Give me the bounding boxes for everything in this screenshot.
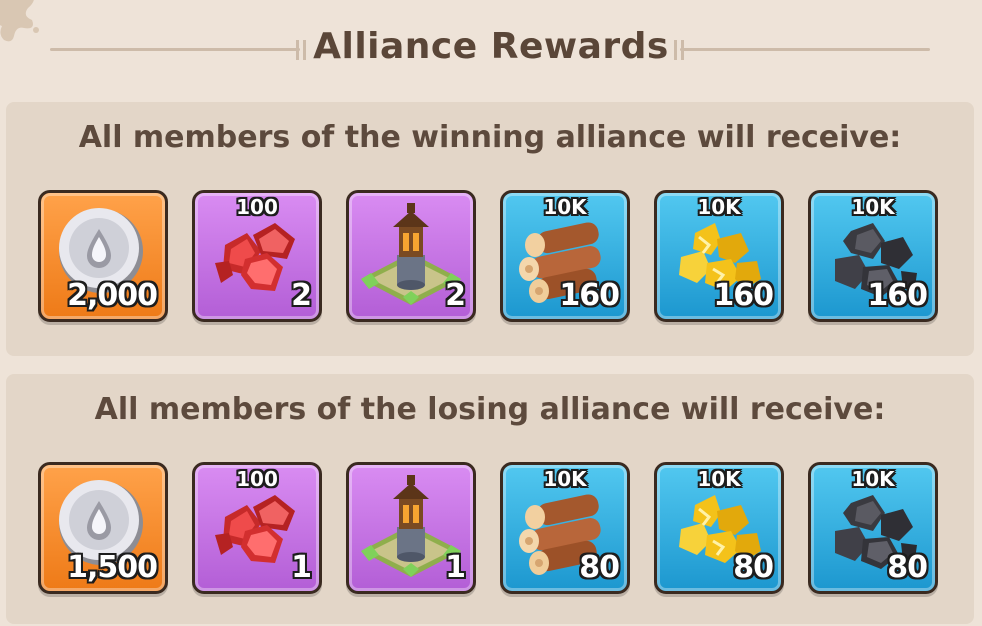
losing-heading: All members of the losing alliance will … [94,392,886,427]
reward-amount: 1 [445,550,466,585]
reward-badge: 10K [851,195,895,219]
reward-amount: 80 [887,550,928,585]
reward-badge: 10K [543,467,587,491]
reward-amount: 160 [867,278,928,313]
reward-item-silver-coin[interactable]: 2,000 [38,190,168,322]
reward-item-gold-ore[interactable]: 10K 80 [654,462,784,594]
title-bar: Alliance Rewards [0,24,982,80]
reward-item-watchtower[interactable]: 1 [346,462,476,594]
winning-reward-list: 2,000 100 2 2 10K 160 10K 160 10K 160 [38,190,938,322]
reward-item-watchtower[interactable]: 2 [346,190,476,322]
winning-heading: All members of the winning alliance will… [78,120,902,155]
reward-badge: 10K [697,467,741,491]
reward-amount: 2 [445,278,466,313]
reward-item-wood[interactable]: 10K 80 [500,462,630,594]
reward-item-red-gems[interactable]: 100 2 [192,190,322,322]
reward-amount: 2 [291,278,312,313]
reward-badge: 100 [236,195,278,219]
reward-badge: 10K [697,195,741,219]
reward-badge: 10K [851,467,895,491]
losing-rewards-panel: All members of the losing alliance will … [6,374,974,624]
reward-amount: 80 [579,550,620,585]
reward-amount: 160 [713,278,774,313]
reward-badge: 10K [543,195,587,219]
reward-item-coal-ore[interactable]: 10K 80 [808,462,938,594]
reward-amount: 1,500 [67,550,158,585]
reward-amount: 160 [559,278,620,313]
reward-item-wood[interactable]: 10K 160 [500,190,630,322]
reward-item-red-gems[interactable]: 100 1 [192,462,322,594]
reward-amount: 2,000 [67,278,158,313]
reward-amount: 80 [733,550,774,585]
winning-rewards-panel: All members of the winning alliance will… [6,102,974,356]
reward-item-coal-ore[interactable]: 10K 160 [808,190,938,322]
page-title: Alliance Rewards [313,26,669,67]
losing-reward-list: 1,500 100 1 1 10K 80 10K 80 10K 80 [38,462,938,594]
reward-amount: 1 [291,550,312,585]
reward-item-gold-ore[interactable]: 10K 160 [654,190,784,322]
reward-item-silver-coin[interactable]: 1,500 [38,462,168,594]
title-divider-right [680,48,930,51]
reward-badge: 100 [236,467,278,491]
